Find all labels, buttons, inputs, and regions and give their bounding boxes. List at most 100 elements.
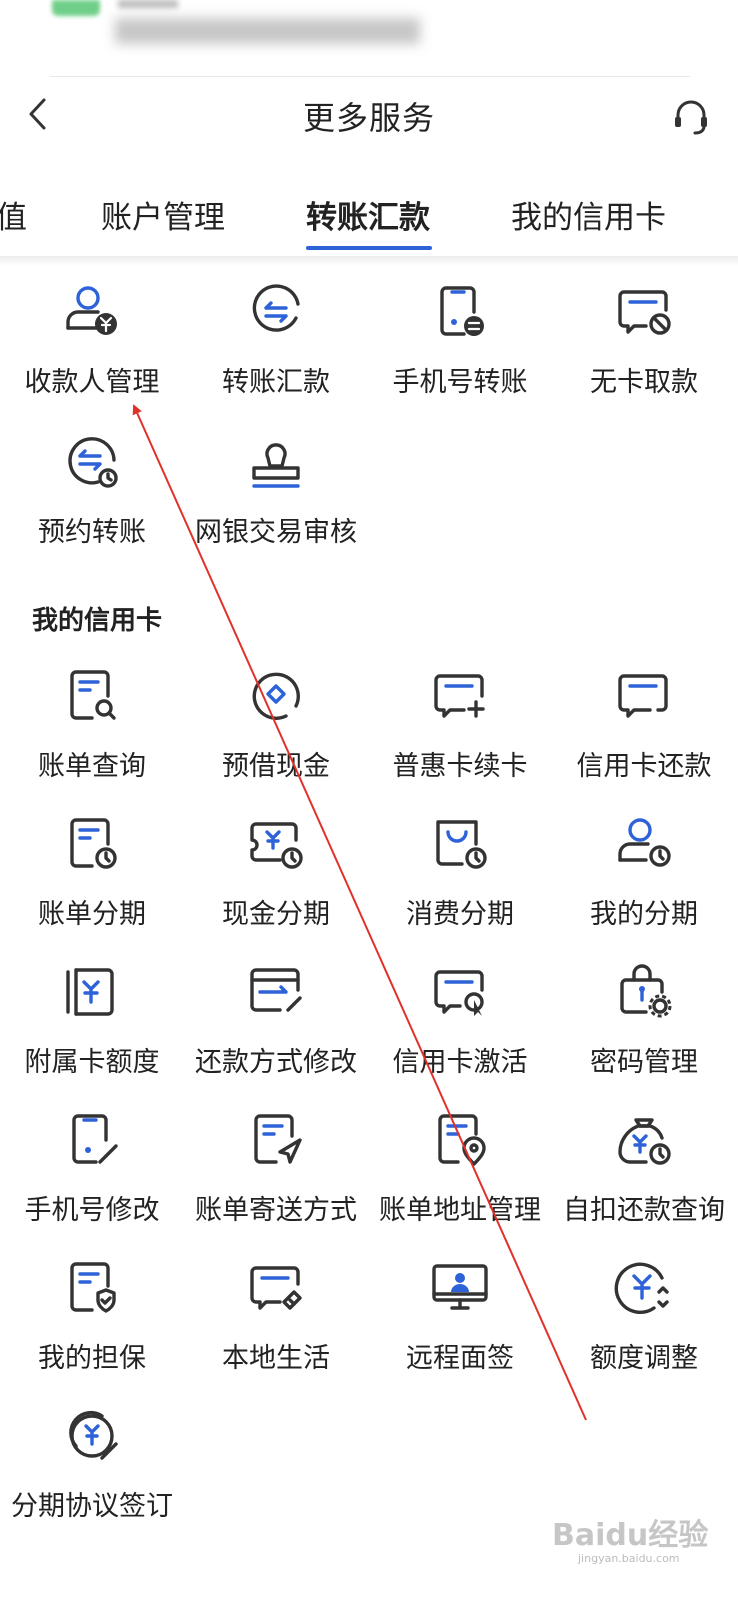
card-activate-icon — [434, 970, 484, 1016]
cash-advance-icon — [252, 672, 300, 720]
service-card-renew[interactable]: 普惠卡续卡 — [368, 666, 552, 806]
service-label: 附属卡额度 — [24, 1047, 160, 1078]
page-title: 更多服务 — [302, 99, 435, 137]
tab-partial[interactable]: 值 — [0, 192, 27, 237]
service-bill-address[interactable]: 账单地址管理 — [368, 1110, 552, 1250]
cash-installment-icon — [250, 822, 303, 869]
service-repay-method[interactable]: 还款方式修改 — [184, 962, 368, 1102]
service-local-life[interactable]: 本地生活 — [184, 1258, 368, 1398]
service-phone-transfer[interactable]: 手机号转账 — [368, 282, 552, 422]
service-cash-installment[interactable]: 现金分期 — [184, 814, 368, 954]
service-label: 账单分期 — [38, 899, 146, 930]
service-installment-agreement[interactable]: 分期协议签订 — [0, 1406, 184, 1546]
service-label: 还款方式修改 — [195, 1047, 357, 1078]
headset-icon — [675, 100, 707, 135]
service-label: 自扣还款查询 — [563, 1195, 725, 1226]
installment-agreement-icon — [69, 1410, 118, 1460]
phone-edit-icon — [72, 1114, 118, 1164]
bill-installment-icon — [70, 818, 117, 869]
service-cardless-withdraw[interactable]: 无卡取款 — [552, 282, 736, 422]
guarantee-icon — [70, 1262, 116, 1313]
service-bill-delivery[interactable]: 账单寄送方式 — [184, 1110, 368, 1250]
service-bill-installment[interactable]: 账单分期 — [0, 814, 184, 954]
bill-search-icon — [70, 670, 116, 720]
baidu-watermark-url: jingyan.baidu.com — [578, 1552, 680, 1565]
local-life-icon — [250, 1266, 302, 1310]
service-password[interactable]: 密码管理 — [552, 962, 736, 1102]
service-phone-edit[interactable]: 手机号修改 — [0, 1110, 184, 1250]
service-label: 现金分期 — [222, 899, 330, 930]
service-card-activate[interactable]: 信用卡激活 — [368, 962, 552, 1102]
card-renew-icon — [434, 674, 485, 718]
shopping-installment-icon — [436, 820, 487, 869]
service-label: 密码管理 — [590, 1047, 698, 1078]
tab-account-management[interactable]: 账户管理 — [101, 192, 225, 237]
card-repay-icon — [618, 674, 668, 718]
supplementary-card-icon — [66, 968, 114, 1016]
service-card-repay[interactable]: 信用卡还款 — [552, 666, 736, 806]
service-label: 账单寄送方式 — [195, 1195, 357, 1226]
notification-dot — [52, 0, 100, 16]
cardless-withdraw-icon — [618, 290, 671, 335]
bill-address-icon — [438, 1114, 486, 1166]
service-label: 我的分期 — [590, 899, 698, 930]
service-label: 信用卡激活 — [392, 1047, 528, 1078]
status-bar — [0, 0, 738, 77]
service-payee-management[interactable]: 收款人管理 — [0, 282, 184, 422]
password-icon — [620, 964, 672, 1018]
service-label: 预约转账 — [38, 517, 146, 548]
tabs-shadow — [0, 256, 738, 266]
payee-icon — [66, 286, 117, 335]
service-online-banking-review[interactable]: 网银交易审核 — [184, 432, 368, 572]
service-label: 我的担保 — [38, 1343, 146, 1374]
my-installment-icon — [618, 818, 671, 867]
service-scheduled-transfer[interactable]: 预约转账 — [0, 432, 184, 572]
service-label: 信用卡还款 — [576, 751, 712, 782]
auto-repay-icon — [618, 1118, 671, 1165]
tab-my-credit-card[interactable]: 我的信用卡 — [511, 192, 666, 237]
bill-delivery-icon — [254, 1114, 302, 1164]
service-label: 额度调整 — [590, 1343, 698, 1374]
customer-service-button[interactable] — [668, 94, 714, 140]
service-limit-adjust[interactable]: 额度调整 — [552, 1258, 736, 1398]
service-label: 普惠卡续卡 — [392, 751, 528, 782]
service-my-installment[interactable]: 我的分期 — [552, 814, 736, 954]
transfer-icon — [252, 284, 300, 332]
service-guarantee[interactable]: 我的担保 — [0, 1258, 184, 1398]
phone-transfer-icon — [440, 286, 484, 336]
service-label: 转账汇款 — [222, 367, 330, 398]
service-shopping-installment[interactable]: 消费分期 — [368, 814, 552, 954]
repay-method-icon — [250, 968, 302, 1012]
divider — [50, 76, 690, 77]
tab-transfer[interactable]: 转账汇款 — [306, 192, 430, 237]
service-transfer[interactable]: 转账汇款 — [184, 282, 368, 422]
category-tabs: 值 账户管理 转账汇款 我的信用卡 — [0, 176, 738, 258]
blurred-status-text — [118, 0, 178, 8]
active-tab-indicator — [306, 246, 432, 250]
section-title-credit-card: 我的信用卡 — [32, 606, 163, 636]
nav-bar: 更多服务 — [0, 78, 738, 158]
service-label: 手机号修改 — [24, 1195, 160, 1226]
service-label: 账单查询 — [38, 751, 146, 782]
service-label: 分期协议签订 — [11, 1491, 173, 1522]
service-label: 账单地址管理 — [379, 1195, 541, 1226]
service-label: 消费分期 — [406, 899, 514, 930]
stamp-icon — [252, 443, 300, 488]
service-label: 无卡取款 — [590, 367, 698, 398]
service-label: 预借现金 — [222, 751, 330, 782]
limit-adjust-icon — [614, 1262, 669, 1314]
baidu-watermark: Baidu经验 — [552, 1518, 709, 1553]
service-label: 网银交易审核 — [195, 517, 357, 548]
service-bill-search[interactable]: 账单查询 — [0, 666, 184, 806]
service-supplementary-card[interactable]: 附属卡额度 — [0, 962, 184, 1102]
remote-sign-icon — [432, 1264, 488, 1310]
service-label: 远程面签 — [406, 1343, 514, 1374]
scheduled-transfer-icon — [68, 437, 118, 488]
service-label: 手机号转账 — [392, 367, 528, 398]
service-label: 收款人管理 — [24, 367, 160, 398]
service-label: 本地生活 — [222, 1343, 330, 1374]
service-auto-repay[interactable]: 自扣还款查询 — [552, 1110, 736, 1250]
service-cash-advance[interactable]: 预借现金 — [184, 666, 368, 806]
blurred-notification-text — [115, 18, 420, 44]
service-remote-sign[interactable]: 远程面签 — [368, 1258, 552, 1398]
